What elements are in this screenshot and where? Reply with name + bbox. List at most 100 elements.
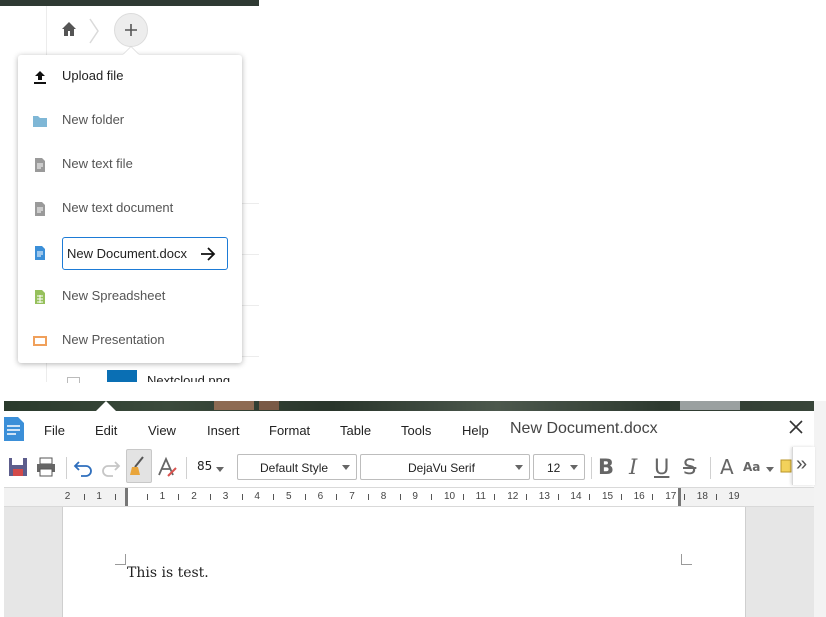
font-size-value: 12: [547, 461, 561, 475]
text-file-icon: [35, 158, 45, 172]
file-row-name[interactable]: Nextcloud.png: [147, 372, 230, 382]
undo-icon[interactable]: [72, 456, 94, 478]
margin-corner-mark: [681, 554, 692, 565]
document-canvas: This is test.: [4, 507, 814, 617]
ruler-tick: [146, 494, 148, 500]
menu-item-new-text-file[interactable]: New text file: [18, 143, 242, 187]
redo-icon[interactable]: [100, 456, 122, 478]
clone-formatting-button[interactable]: [126, 449, 152, 483]
menu-file[interactable]: File: [44, 423, 65, 438]
menu-item-new-text-document[interactable]: New text document: [18, 187, 242, 231]
plus-icon: [125, 24, 137, 36]
menu-item-new-spreadsheet[interactable]: New Spreadsheet: [18, 275, 242, 319]
ruler-tick: [304, 494, 306, 500]
arrow-right-icon[interactable]: [199, 245, 217, 263]
ruler[interactable]: 2 1 1 2 3 4 5 6 7 8 9 10 11 12 13 14 15 16 17 18 19: [4, 487, 814, 507]
clear-formatting-icon[interactable]: [156, 456, 178, 478]
ruler-number: 11: [475, 491, 486, 502]
ruler-tick: [115, 494, 117, 500]
ruler-tick: [178, 494, 180, 500]
menu-help[interactable]: Help: [462, 423, 489, 438]
close-icon[interactable]: [788, 419, 804, 435]
ruler-tick: [210, 494, 211, 500]
ruler-number: 5: [286, 491, 292, 502]
save-icon[interactable]: [7, 456, 29, 478]
file-row-divider: [242, 203, 259, 204]
underline-button[interactable]: U: [654, 455, 669, 479]
grow-font-button[interactable]: A: [720, 455, 734, 479]
new-file-menu: Upload file New folder New text file New…: [18, 55, 242, 363]
ruler-number: 1: [159, 491, 166, 502]
background-detail: [259, 401, 279, 410]
menu-view[interactable]: View: [148, 423, 176, 438]
paintbrush-icon: [130, 456, 144, 475]
file-row-checkbox[interactable]: [67, 377, 80, 383]
menu-edit[interactable]: Edit: [95, 423, 117, 438]
menu-table[interactable]: Table: [340, 423, 371, 438]
ruler-number: 8: [380, 491, 387, 502]
zoom-value[interactable]: 85: [197, 459, 212, 473]
toolbar-separator: [66, 457, 67, 479]
ruler-number: 12: [507, 491, 519, 502]
menu-item-new-folder[interactable]: New folder: [18, 99, 242, 143]
ruler-number: 1: [96, 491, 102, 502]
menu-item-new-presentation[interactable]: New Presentation: [18, 319, 242, 363]
document-page[interactable]: This is test.: [62, 507, 746, 617]
ruler-tick: [241, 494, 243, 500]
menu-insert[interactable]: Insert: [207, 423, 240, 438]
font-name-dropdown[interactable]: DejaVu Serif: [360, 454, 530, 480]
ruler-tick: [589, 494, 591, 500]
menu-tools[interactable]: Tools: [401, 423, 431, 438]
ruler-tick: [273, 494, 275, 500]
right-margin-handle[interactable]: [678, 488, 681, 506]
document-title[interactable]: New Document.docx: [510, 420, 658, 438]
font-size-dropdown[interactable]: 12: [533, 454, 585, 480]
ruler-tick: [620, 494, 622, 500]
folder-icon: [33, 116, 47, 127]
document-body-text[interactable]: This is test.: [127, 565, 209, 581]
more-tools-label: »: [796, 453, 808, 475]
ruler-number: 15: [602, 491, 614, 502]
editor-toolbar: 85 Default Style DejaVu Serif 12 B I U S…: [4, 447, 815, 487]
writer-logo-icon: [4, 417, 24, 441]
menu-pointer: [123, 47, 139, 55]
file-row-divider: [242, 254, 259, 255]
ruler-number: 2: [64, 491, 71, 502]
file-thumbnail[interactable]: [107, 370, 137, 382]
ruler-number: 14: [570, 491, 582, 502]
ruler-tick: [431, 494, 433, 500]
menu-item-label: New text file: [62, 156, 133, 171]
menu-item-label: New text document: [62, 200, 174, 215]
ruler-tick: [336, 494, 338, 500]
ruler-number: 19: [728, 491, 740, 502]
print-icon[interactable]: [35, 456, 57, 478]
filename-input[interactable]: New Document.docx: [62, 237, 228, 270]
menu-item-upload-file[interactable]: Upload file: [18, 55, 242, 99]
ruler-number: 4: [254, 491, 260, 502]
left-margin-handle[interactable]: [125, 488, 128, 506]
change-case-button[interactable]: Aa: [743, 460, 760, 474]
chevron-down-icon: [342, 465, 350, 470]
upload-icon: [34, 71, 46, 84]
ruler-number: 17: [665, 491, 677, 502]
paragraph-style-dropdown[interactable]: Default Style: [237, 454, 357, 480]
document-icon: [35, 246, 45, 260]
strikethrough-button[interactable]: S: [683, 455, 696, 479]
italic-button[interactable]: I: [629, 455, 637, 479]
menu-item-label: New folder: [62, 112, 125, 127]
ruler-number: 6: [317, 491, 324, 502]
more-tools-button[interactable]: »: [792, 447, 815, 485]
background-detail: [680, 401, 740, 410]
menu-item-new-document[interactable]: New Document.docx: [18, 231, 242, 275]
spreadsheet-icon: [35, 290, 45, 304]
home-icon[interactable]: [61, 21, 77, 37]
ruler-tick: [557, 494, 559, 500]
new-file-button[interactable]: [114, 13, 148, 47]
chevron-down-icon: [570, 465, 578, 470]
menu-format[interactable]: Format: [269, 423, 310, 438]
document-editor: File Edit View Insert Format Table Tools…: [4, 411, 815, 617]
ruler-tick: [526, 494, 527, 500]
ruler-number: 10: [444, 491, 456, 502]
margin-corner-mark: [115, 554, 126, 565]
bold-button[interactable]: B: [598, 455, 614, 479]
